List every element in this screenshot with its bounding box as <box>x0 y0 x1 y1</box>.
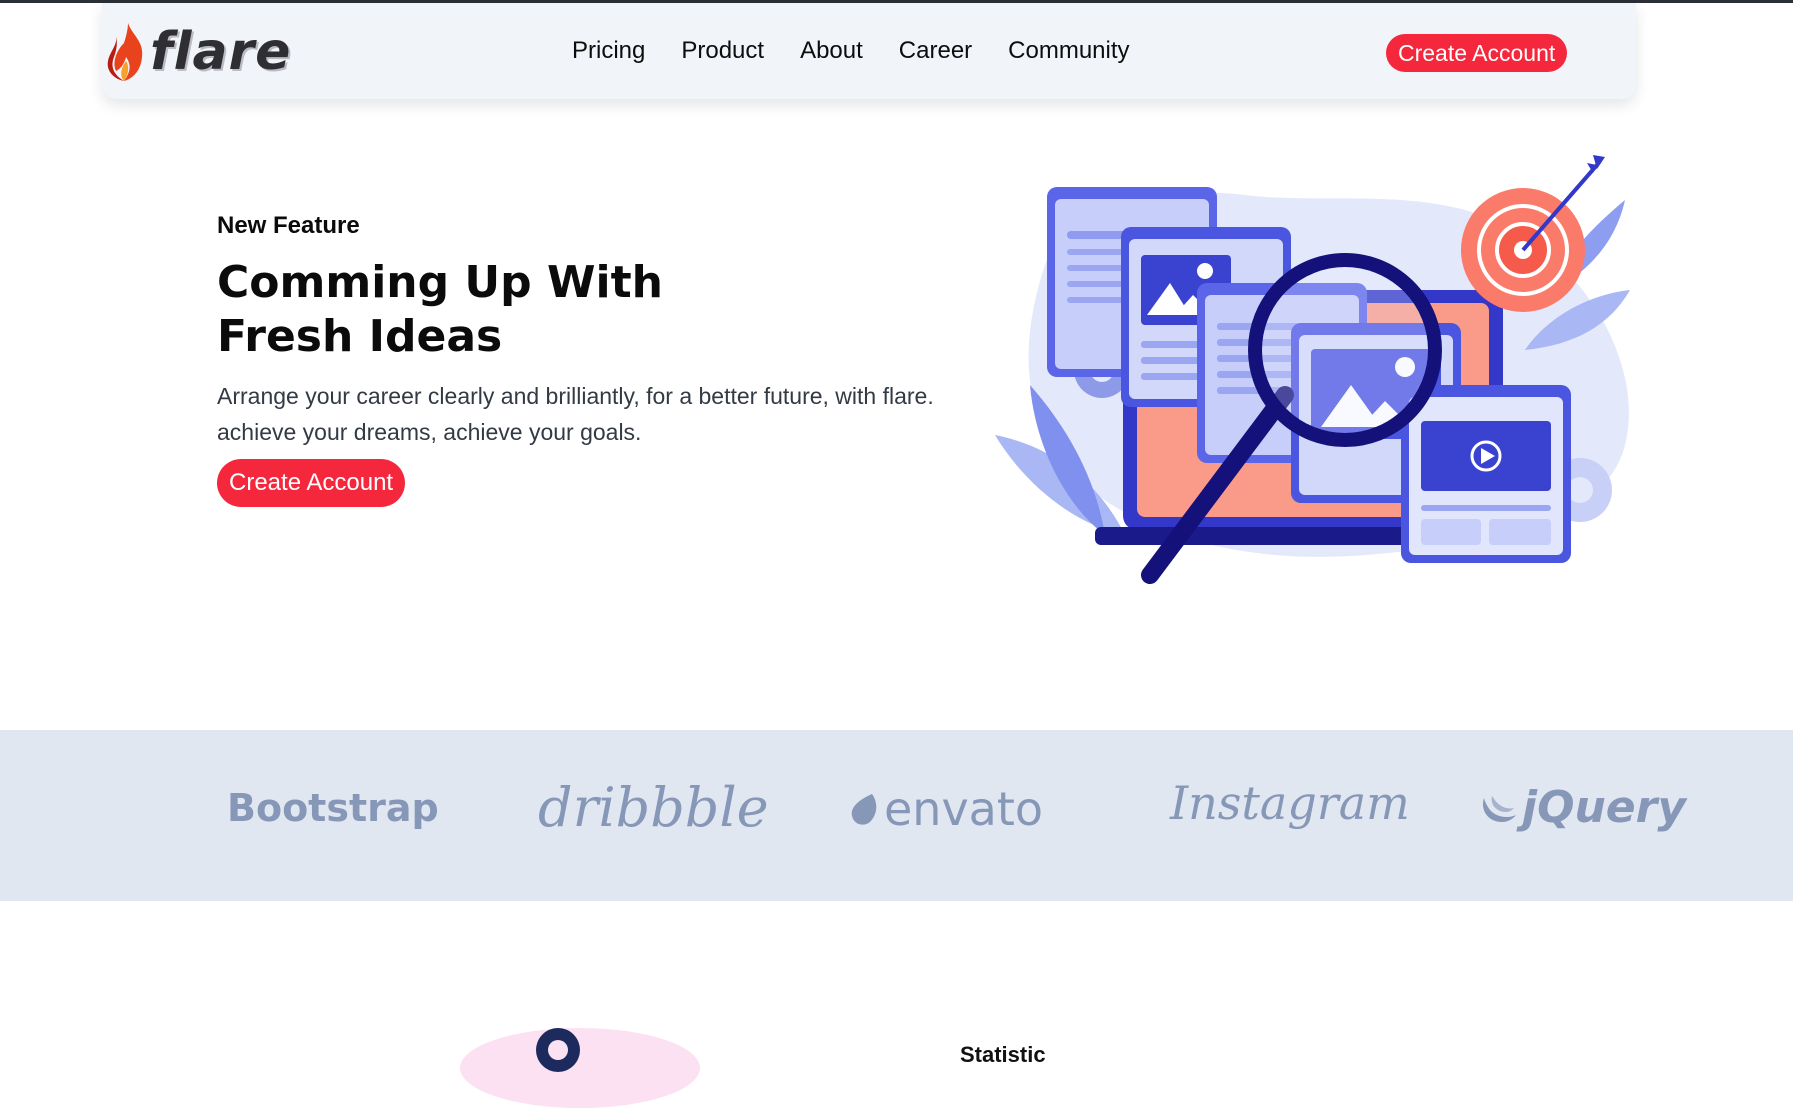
statistic-section-label: Statistic <box>960 1042 1046 1067</box>
nav-link-career[interactable]: Career <box>881 37 990 65</box>
hero-create-account-button[interactable]: Create Account <box>217 459 406 507</box>
partner-logo-dribbble[interactable]: dribbble <box>538 776 769 839</box>
nav-create-account-button[interactable]: Create Account <box>1386 34 1568 72</box>
jquery-swirl-icon <box>1482 795 1516 822</box>
brand-name: flare <box>150 22 292 82</box>
hero-title-line-2: Fresh Ideas <box>217 311 503 362</box>
nav-link-about[interactable]: About <box>782 37 881 65</box>
brand-logo[interactable]: flare <box>102 17 302 87</box>
hero-subtitle: Arrange your career clearly and brillian… <box>217 383 934 445</box>
navbar: flare Pricing Product About Career Commu… <box>102 3 1636 99</box>
flame-icon <box>107 23 143 81</box>
envato-leaf-icon <box>851 794 877 825</box>
location-pin-icon <box>536 1028 580 1072</box>
hero-illustration <box>995 155 1630 584</box>
hero-title: Comming Up With Fresh Ideas <box>217 256 737 364</box>
partner-logo-envato[interactable]: envato <box>850 782 1043 836</box>
main-nav: Pricing Product About Career Community <box>554 37 1148 65</box>
hero-eyebrow: New Feature <box>217 212 360 239</box>
nav-link-product[interactable]: Product <box>663 37 782 65</box>
partner-logo-bootstrap[interactable]: Bootstrap <box>227 786 439 830</box>
nav-link-pricing[interactable]: Pricing <box>554 37 663 65</box>
envato-wordmark: envato <box>884 782 1044 836</box>
jquery-wordmark: jQuery <box>1522 782 1687 833</box>
partner-logo-jquery[interactable]: jQuery <box>1478 782 1686 833</box>
nav-link-community[interactable]: Community <box>990 37 1147 65</box>
hero-title-line-1: Comming Up With <box>217 257 663 308</box>
partner-logo-instagram[interactable]: Instagram <box>1170 776 1410 830</box>
partner-logos-strip: Bootstrap dribbble envato Instagram jQue… <box>0 730 1793 901</box>
